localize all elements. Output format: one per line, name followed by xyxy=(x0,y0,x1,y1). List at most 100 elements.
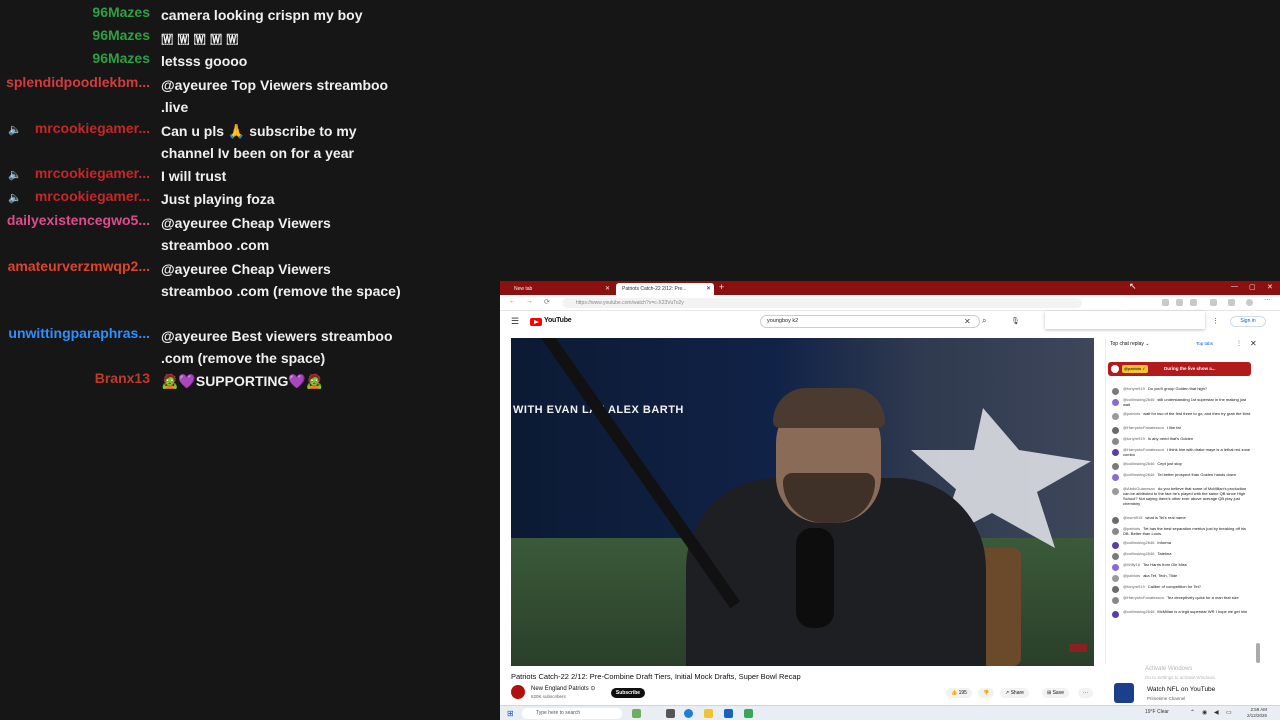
chat-options-icon[interactable]: ⋮ xyxy=(1236,340,1242,347)
close-chat-icon[interactable]: ✕ xyxy=(1250,339,1257,348)
youtube-wordmark[interactable]: YouTube xyxy=(544,317,572,324)
chat-avatar[interactable] xyxy=(1112,553,1119,560)
sign-in-button[interactable]: Sign in xyxy=(1230,316,1266,327)
chat-avatar[interactable] xyxy=(1112,463,1119,470)
search-input[interactable]: youngboy k2 xyxy=(760,315,980,328)
chat-author[interactable]: @tonyre919 xyxy=(1123,386,1145,391)
app-icon[interactable] xyxy=(744,709,753,718)
promo-title[interactable]: Watch NFL on YouTube xyxy=(1147,686,1215,693)
chat-author[interactable]: @HarryshcFanatesson xyxy=(1123,425,1164,430)
tab-new-tab[interactable]: New tab ✕ xyxy=(508,283,613,295)
minimize-icon[interactable]: — xyxy=(1231,283,1238,290)
settings-dots-icon[interactable]: ⋮ xyxy=(1212,317,1219,325)
share-button[interactable]: ↗ Share xyxy=(1000,688,1029,698)
close-tab-icon[interactable]: ✕ xyxy=(605,283,610,295)
chat-avatar[interactable] xyxy=(1112,488,1119,495)
subscribe-button[interactable]: Subscribe xyxy=(611,688,645,698)
edge-browser-icon[interactable] xyxy=(684,709,693,718)
chat-avatar[interactable] xyxy=(1112,449,1119,456)
volume-icon[interactable]: ◀ xyxy=(1214,709,1219,716)
channel-name[interactable]: New England Patriots ⊙ xyxy=(531,685,595,692)
chat-scrollbar[interactable] xyxy=(1256,643,1260,663)
taskbar-clock[interactable]: 2:59 AM 2/12/2026 xyxy=(1247,707,1267,719)
task-view-icon[interactable] xyxy=(666,709,675,718)
collections-icon[interactable] xyxy=(1228,299,1235,306)
microphone-icon[interactable]: 🎙 xyxy=(1011,317,1020,325)
close-window-icon[interactable]: ✕ xyxy=(1267,283,1273,291)
windows-start-icon[interactable]: ⊞ xyxy=(507,709,514,718)
nfl-logo-icon[interactable] xyxy=(1114,683,1134,703)
close-tab-icon[interactable]: ✕ xyxy=(706,283,711,295)
chat-avatar[interactable] xyxy=(1112,597,1119,604)
search-icon[interactable]: ⌕ xyxy=(982,316,986,326)
chat-avatar[interactable] xyxy=(1112,474,1119,481)
chat-avatar[interactable] xyxy=(1112,575,1119,582)
chat-avatar[interactable] xyxy=(1112,528,1119,535)
chat-username[interactable]: splendidpoodlekbm... xyxy=(6,74,150,90)
extension-icon[interactable] xyxy=(1176,299,1183,306)
chat-avatar[interactable] xyxy=(1112,564,1119,571)
chat-avatar[interactable] xyxy=(1112,438,1119,445)
app-icon[interactable] xyxy=(632,709,641,718)
tab-youtube-video[interactable]: Patriots Catch-22 2/12: Pre... ✕ xyxy=(616,283,714,295)
taskbar-search-input[interactable]: Type here to search xyxy=(522,708,622,719)
mail-icon[interactable] xyxy=(724,709,733,718)
chat-username[interactable]: 96Mazes xyxy=(92,4,150,20)
chat-avatar[interactable] xyxy=(1112,399,1119,406)
file-explorer-icon[interactable] xyxy=(704,709,713,718)
chat-avatar[interactable] xyxy=(1112,586,1119,593)
chat-author[interactable]: @collinsking2646 xyxy=(1123,540,1154,545)
favorites-icon[interactable] xyxy=(1210,299,1217,306)
profile-icon[interactable] xyxy=(1246,299,1253,306)
video-player[interactable]: WITH EVAN LAZ ALEX BARTH xyxy=(511,338,1094,666)
chat-avatar[interactable] xyxy=(1112,427,1119,434)
reload-icon[interactable]: ⟳ xyxy=(544,298,550,306)
chat-author[interactable]: @collinsking2646 xyxy=(1123,461,1154,466)
like-button[interactable]: 👍 195 xyxy=(946,688,972,698)
pinned-message[interactable]: @patriots ✓ During the live show a... xyxy=(1108,362,1251,376)
chat-avatar[interactable] xyxy=(1112,611,1119,618)
chat-username[interactable]: 96Mazes xyxy=(92,27,150,43)
chat-author[interactable]: @collinsking2646 xyxy=(1123,609,1154,614)
more-actions-button[interactable]: ··· xyxy=(1078,688,1093,698)
dislike-button[interactable]: 👎 xyxy=(978,688,995,698)
chat-avatar[interactable] xyxy=(1112,388,1119,395)
maximize-icon[interactable]: ▢ xyxy=(1249,283,1256,291)
chat-avatar[interactable] xyxy=(1112,413,1119,420)
chat-avatar[interactable] xyxy=(1112,517,1119,524)
chat-author[interactable]: @Willy16 xyxy=(1123,562,1140,567)
url-field[interactable]: https://www.youtube.com/watch?v=c-X23VuT… xyxy=(562,298,1082,308)
tray-chevron-icon[interactable]: ⌃ xyxy=(1190,709,1195,716)
chat-mode-dropdown[interactable]: Top chat replay ⌄ xyxy=(1110,341,1150,347)
chat-author[interactable]: @patriots xyxy=(1123,411,1140,416)
chat-username[interactable]: amateurverzmwqp2... xyxy=(8,258,150,274)
chat-author[interactable]: @collinsking2646 xyxy=(1123,551,1154,556)
chat-author[interactable]: @nsmt919 xyxy=(1123,515,1142,520)
save-button[interactable]: ⊞ Save xyxy=(1042,688,1069,698)
chat-author[interactable]: @collinsking2646 xyxy=(1123,472,1154,477)
chat-avatar[interactable] xyxy=(1112,542,1119,549)
chat-username[interactable]: 96Mazes xyxy=(92,50,150,66)
chat-username[interactable]: unwittingparaphras... xyxy=(8,325,150,341)
clear-search-icon[interactable]: ✕ xyxy=(964,317,971,326)
channel-avatar[interactable] xyxy=(511,685,525,699)
chat-username[interactable]: mrcookiegamer... xyxy=(35,120,150,136)
chat-author[interactable]: @HarryshcFanatesson xyxy=(1123,595,1164,600)
chat-username[interactable]: Branx13 xyxy=(95,370,150,386)
new-tab-plus-icon[interactable]: + xyxy=(719,282,724,292)
chat-username[interactable]: mrcookiegamer... xyxy=(35,165,150,181)
back-arrow-icon[interactable]: ← xyxy=(509,298,516,305)
top-tabs-toggle[interactable]: Top tabs xyxy=(1196,341,1213,346)
chat-author[interactable]: @patriots xyxy=(1123,573,1140,578)
youtube-logo-icon[interactable] xyxy=(530,318,542,326)
battery-icon[interactable]: ▭ xyxy=(1226,709,1232,716)
network-icon[interactable]: ◉ xyxy=(1202,709,1207,716)
chat-username[interactable]: mrcookiegamer... xyxy=(35,188,150,204)
menu-dots-icon[interactable]: ⋯ xyxy=(1264,296,1271,304)
forward-arrow-icon[interactable]: → xyxy=(526,298,533,305)
extension-icon[interactable] xyxy=(1190,299,1197,306)
hamburger-menu-icon[interactable]: ☰ xyxy=(511,316,519,327)
chat-username[interactable]: dailyexistencegwo5... xyxy=(7,212,150,228)
chat-author[interactable]: @tonyre919 xyxy=(1123,436,1145,441)
extension-icon[interactable] xyxy=(1162,299,1169,306)
